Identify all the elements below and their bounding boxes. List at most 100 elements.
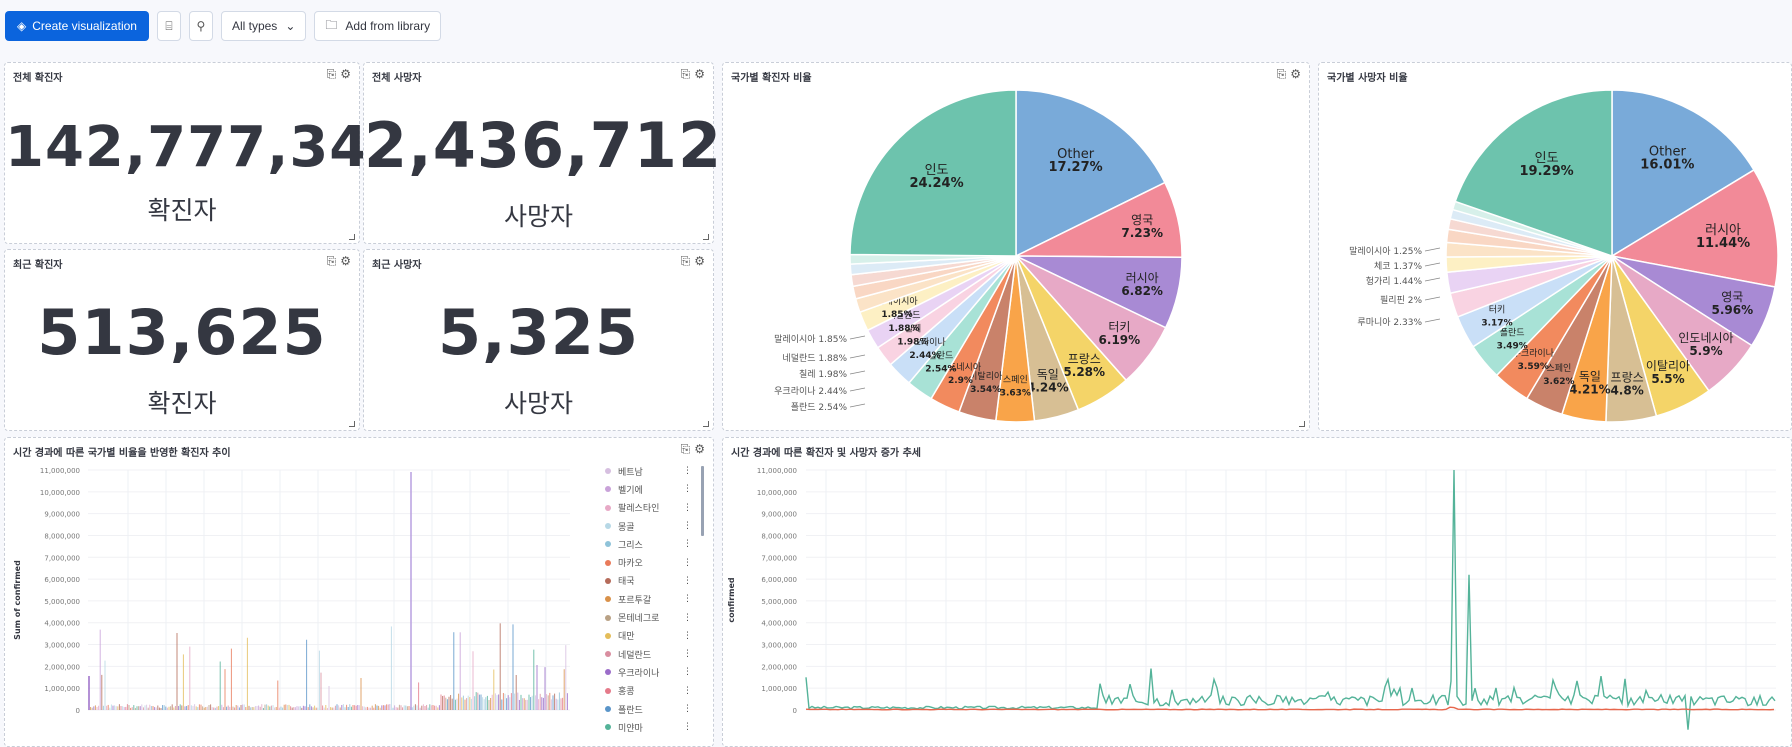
legend-label: 미얀마: [618, 723, 643, 734]
legend-dot: [605, 577, 611, 584]
inspect-icon[interactable]: ⎘: [327, 254, 337, 269]
kebab-icon[interactable]: ⋮: [683, 667, 692, 677]
add-from-library-label: Add from library: [345, 19, 431, 33]
metric-label: 확진자: [147, 196, 217, 225]
legend-dot: [605, 687, 611, 694]
panel-line-chart: 시간 경과에 따른 확진자 및 사망자 증가 추세: [722, 437, 1792, 747]
kebab-icon[interactable]: ⋮: [683, 649, 692, 659]
kebab-icon[interactable]: ⋮: [683, 613, 692, 623]
panel-title: 전체 사망자: [372, 73, 422, 84]
kebab-icon[interactable]: ⋮: [683, 484, 692, 494]
legend-label: 마카오: [618, 559, 643, 570]
gear-icon[interactable]: ⚙: [340, 67, 351, 82]
gear-icon[interactable]: ⚙: [694, 67, 705, 82]
gear-icon[interactable]: ⚙: [694, 254, 705, 269]
metric-label: 확진자: [147, 389, 217, 418]
legend-dot: [605, 523, 611, 530]
legend-label: 벨기에: [618, 485, 643, 496]
create-visualization-button[interactable]: ◈ Create visualization: [5, 11, 149, 41]
legend-item[interactable]: 미얀마 ⋮: [605, 718, 700, 736]
metric-value: 2,436,712: [364, 109, 723, 182]
legend-label: 홍콩: [618, 687, 635, 698]
legend-label: 우크라이나: [618, 668, 660, 679]
gear-icon[interactable]: ⚙: [340, 254, 351, 269]
legend-item[interactable]: 포르투갈 ⋮: [605, 590, 700, 608]
legend-label: 몽골: [618, 522, 635, 533]
panel-total-deaths: 전체 사망자 ⎘ ⚙ 2,436,712 사망자: [363, 62, 723, 244]
resize-handle[interactable]: [1299, 421, 1305, 427]
panel-title: 전체 확진자: [13, 73, 63, 84]
legend-label: 태국: [618, 577, 635, 588]
legend-item[interactable]: 팔레스타인 ⋮: [605, 499, 700, 517]
panel-title: 시간 경과에 따른 확진자 및 사망자 증가 추세: [731, 448, 921, 459]
kebab-icon[interactable]: ⋮: [683, 686, 692, 696]
metric-label: 사망자: [503, 389, 573, 418]
legend-item[interactable]: 그리스 ⋮: [605, 535, 700, 553]
panel-actions: ⎘ ⚙: [681, 254, 705, 269]
legend-dot: [605, 486, 611, 493]
legend-item[interactable]: 벨기에 ⋮: [605, 480, 700, 498]
resize-handle[interactable]: [703, 421, 709, 427]
map-pin-icon: ⚲: [196, 19, 206, 33]
metric-value: 142,777,342: [5, 115, 410, 180]
resize-handle[interactable]: [703, 234, 709, 240]
resize-handle[interactable]: [349, 234, 355, 240]
legend-label: 베트남: [618, 467, 643, 478]
kebab-icon[interactable]: ⋮: [683, 722, 692, 732]
inspect-icon[interactable]: ⎘: [681, 442, 691, 457]
visualize-icon: ◈: [17, 19, 27, 33]
kebab-icon[interactable]: ⋮: [683, 539, 692, 549]
all-types-dropdown[interactable]: All types ⌄: [220, 11, 307, 41]
gear-icon[interactable]: ⚙: [1290, 67, 1301, 82]
legend-item[interactable]: 폴란드 ⋮: [605, 700, 700, 718]
area-chart-legend: 베트남 ⋮ 벨기에 ⋮ 팔레스타인 ⋮ 몽골 ⋮ 그리스 ⋮ 마카오 ⋮ 태국 ⋮ 포르투갈 ⋮ 몬테네그로 ⋮ 대…: [605, 462, 700, 736]
legend-item[interactable]: 우크라이나 ⋮: [605, 663, 700, 681]
legend-item[interactable]: 네덜란드 ⋮: [605, 645, 700, 663]
panel-actions: ⎘ ⚙: [681, 67, 705, 82]
legend-dot: [605, 632, 611, 639]
panel-title: 시간 경과에 따른 국가별 비율을 반영한 확진자 추이: [13, 448, 231, 459]
panel-pie-confirmed: 국가별 확진자 비율 ⎘ ⚙: [722, 62, 1310, 431]
inspect-icon[interactable]: ⎘: [327, 67, 337, 82]
legend-dot: [605, 596, 611, 603]
folder-icon: 🗀: [325, 17, 338, 32]
maps-button[interactable]: ⚲: [188, 11, 213, 41]
kebab-icon[interactable]: ⋮: [683, 594, 692, 604]
legend-item[interactable]: 베트남 ⋮: [605, 462, 700, 480]
panel-actions: ⎘ ⚙: [1277, 67, 1301, 82]
legend-item[interactable]: 태국 ⋮: [605, 572, 700, 590]
metric-value: 5,325: [437, 296, 640, 369]
legend-dot: [605, 669, 611, 676]
kebab-icon[interactable]: ⋮: [683, 558, 692, 568]
kebab-icon[interactable]: ⋮: [683, 503, 692, 513]
legend-dot: [605, 541, 611, 548]
gear-icon[interactable]: ⚙: [694, 442, 705, 457]
kebab-icon[interactable]: ⋮: [683, 576, 692, 586]
inspect-icon[interactable]: ⎘: [681, 67, 691, 82]
legend-item[interactable]: 마카오 ⋮: [605, 553, 700, 571]
kebab-icon[interactable]: ⋮: [683, 631, 692, 641]
legend-item[interactable]: 대만 ⋮: [605, 627, 700, 645]
legend-label: 팔레스타인: [618, 504, 660, 515]
legend-label: 대만: [618, 632, 635, 643]
panel-actions: ⎘ ⚙: [327, 254, 351, 269]
legend-dot: [605, 504, 611, 511]
panel-total-confirmed: 전체 확진자 ⎘ ⚙ 142,777,342 확진자: [4, 62, 410, 244]
kebab-icon[interactable]: ⋮: [683, 466, 692, 476]
legend-item[interactable]: 몬테네그로 ⋮: [605, 608, 700, 626]
panel-actions: ⎘ ⚙: [327, 67, 351, 82]
panel-recent-confirmed: 최근 확진자 ⎘ ⚙ 513,625 확진자: [4, 249, 360, 431]
inspect-icon[interactable]: ⎘: [1277, 67, 1287, 82]
inspect-icon[interactable]: ⎘: [681, 254, 691, 269]
text-panel-button[interactable]: ⌸: [156, 11, 181, 41]
legend-label: 몬테네그로: [618, 614, 660, 625]
legend-item[interactable]: 홍콩 ⋮: [605, 682, 700, 700]
text-icon: ⌸: [165, 18, 173, 33]
resize-handle[interactable]: [349, 421, 355, 427]
kebab-icon[interactable]: ⋮: [683, 704, 692, 714]
panel-title: 국가별 사망자 비율: [1327, 73, 1408, 84]
add-from-library-button[interactable]: 🗀 Add from library: [314, 11, 442, 41]
panel-title: 국가별 확진자 비율: [731, 73, 812, 84]
legend-item[interactable]: 몽골 ⋮: [605, 517, 700, 535]
kebab-icon[interactable]: ⋮: [683, 521, 692, 531]
